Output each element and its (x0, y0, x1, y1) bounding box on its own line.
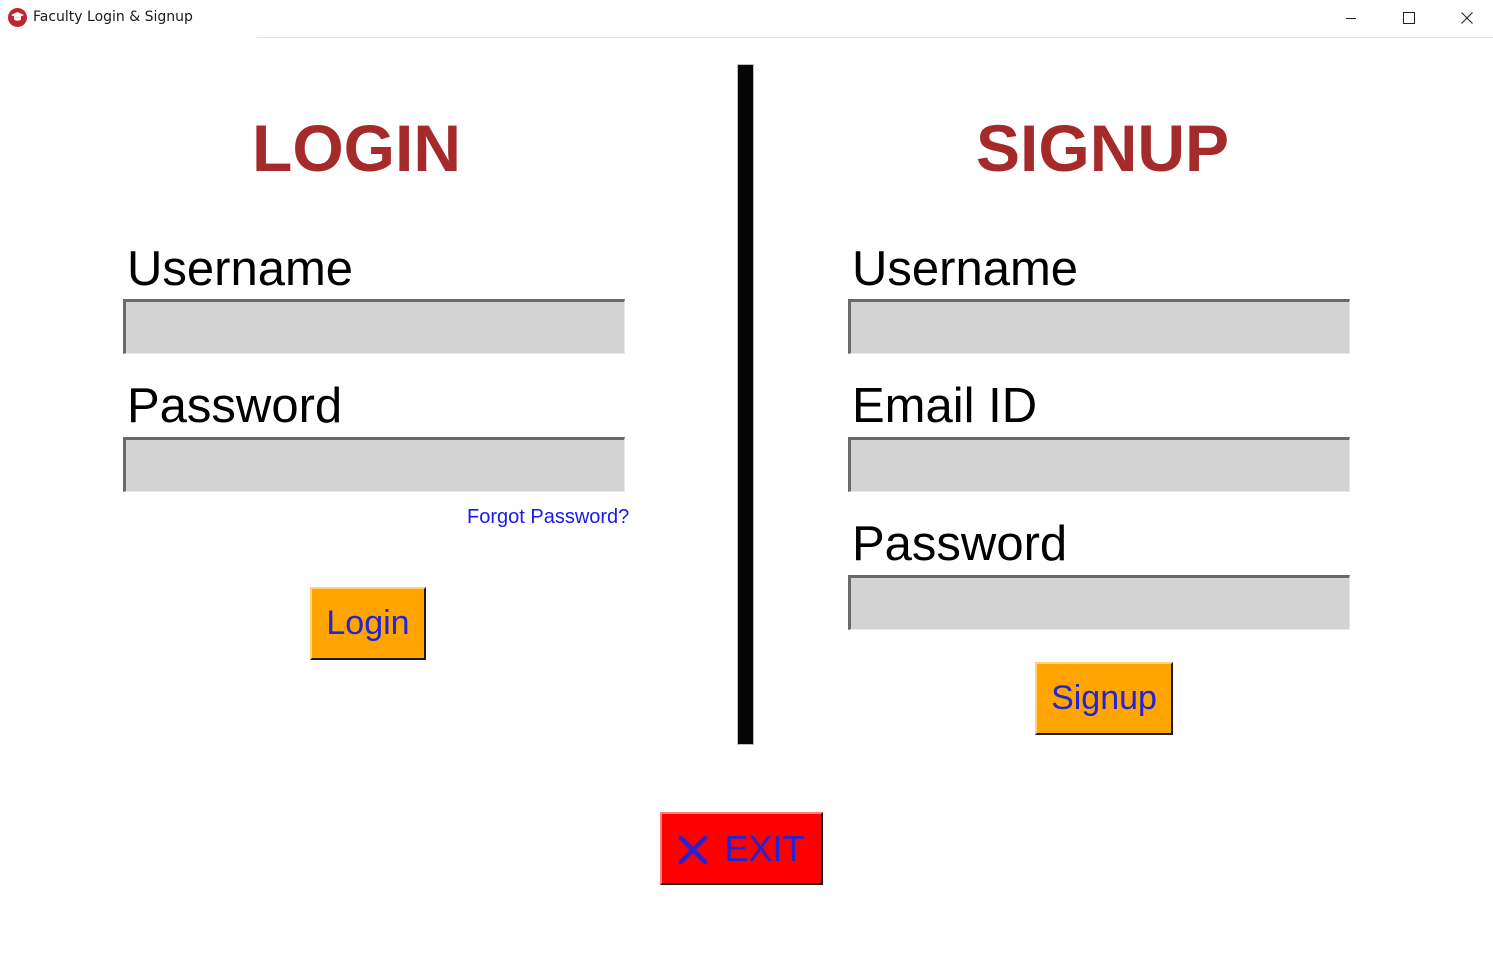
signup-button[interactable]: Signup (1035, 662, 1173, 735)
window-title: Faculty Login & Signup (33, 9, 193, 25)
close-icon (1461, 12, 1473, 24)
forgot-password-link[interactable]: Forgot Password? (467, 506, 629, 529)
section-divider (737, 64, 754, 745)
maximize-icon (1403, 12, 1415, 24)
app-window: Faculty Login & Signup LOGIN Username Pa… (0, 0, 1493, 971)
exit-button[interactable]: EXIT (660, 812, 823, 885)
signup-password-label: Password (852, 517, 1068, 571)
signup-password-field[interactable] (848, 575, 1350, 630)
login-button[interactable]: Login (310, 587, 426, 660)
title-bar[interactable]: Faculty Login & Signup (0, 0, 1493, 36)
exit-label: EXIT (724, 827, 805, 869)
login-username-field[interactable] (123, 299, 625, 354)
signup-email-label: Email ID (852, 379, 1038, 433)
signup-username-field[interactable] (848, 299, 1350, 354)
login-password-label: Password (127, 379, 343, 433)
login-password-field[interactable] (123, 437, 625, 492)
x-icon (679, 835, 708, 864)
minimize-icon (1346, 18, 1356, 19)
login-heading: LOGIN (252, 111, 461, 185)
close-button[interactable] (1438, 0, 1493, 36)
graduation-cap-icon (8, 8, 27, 27)
title-bar-divider (257, 37, 1493, 38)
signup-email-field[interactable] (848, 437, 1350, 492)
signup-username-label: Username (852, 242, 1079, 296)
minimize-button[interactable] (1322, 0, 1380, 36)
maximize-button[interactable] (1380, 0, 1438, 36)
signup-heading: SIGNUP (976, 111, 1230, 185)
login-username-label: Username (127, 242, 354, 296)
